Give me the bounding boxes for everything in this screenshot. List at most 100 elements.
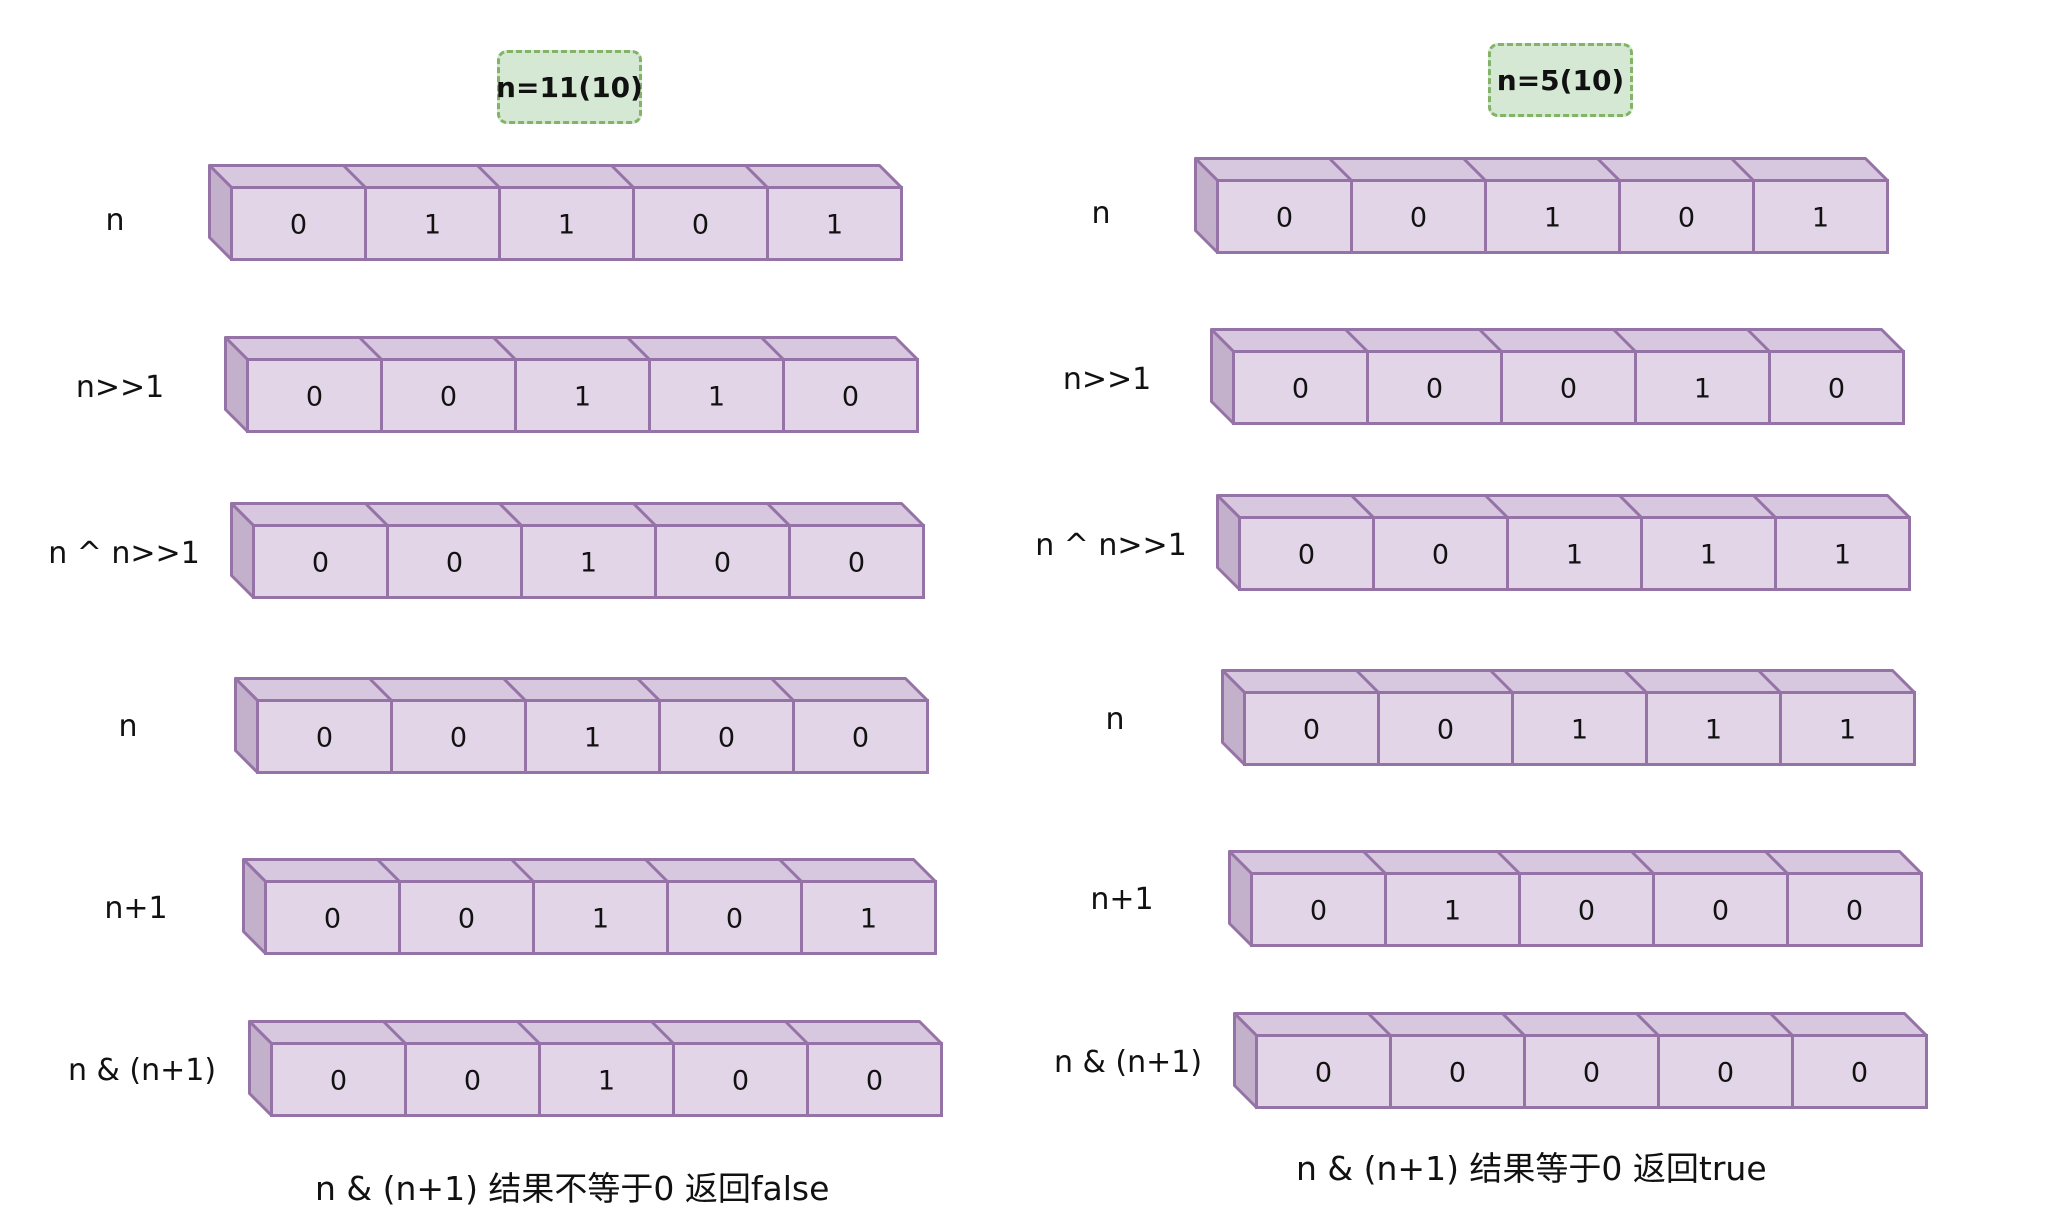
diagram-title: n=5(10) — [1488, 43, 1633, 117]
bit-value: 0 — [1712, 896, 1729, 927]
cell-top-face — [248, 1020, 943, 1045]
bit-value: 1 — [1705, 715, 1722, 746]
cell-top-face — [1221, 669, 1916, 694]
bit-array: 0 0 1 0 0 — [248, 1020, 943, 1117]
bit-array: 0 0 1 0 1 — [242, 858, 937, 955]
row-label: n & (n+1) — [1053, 1045, 1203, 1080]
bit-value: 0 — [440, 382, 457, 413]
bit-array: 0 0 1 1 1 — [1216, 494, 1911, 591]
bit-value: 0 — [1678, 203, 1695, 234]
bit-value: 0 — [1292, 374, 1309, 405]
bit-value: 0 — [1310, 896, 1327, 927]
bit-value: 1 — [574, 382, 591, 413]
bit-value: 0 — [450, 723, 467, 754]
bit-value: 1 — [826, 210, 843, 241]
bit-value: 0 — [1303, 715, 1320, 746]
bit-value: 1 — [558, 210, 575, 241]
bit-array: 0 0 0 1 0 — [1210, 328, 1905, 425]
diagram-right: n=5(10) n 0 0 1 0 1 n>>1 0 0 0 1 0 n ^ n>>1 0 0 1 1… — [988, 0, 1988, 1204]
bit-value: 1 — [1839, 715, 1856, 746]
bit-value: 1 — [1700, 540, 1717, 571]
bit-value: 0 — [324, 904, 341, 935]
row-label: n — [105, 203, 125, 238]
bit-array: 0 0 1 0 1 — [1194, 157, 1889, 254]
cell-top-face — [1216, 494, 1911, 519]
row-label: n>>1 — [1062, 362, 1152, 397]
row-label: n — [1105, 702, 1125, 737]
bit-value: 0 — [1578, 896, 1595, 927]
diagram-caption: n & (n+1) 结果不等于0 返回false — [315, 1169, 830, 1208]
bit-value: 0 — [290, 210, 307, 241]
bit-value: 0 — [726, 904, 743, 935]
row-label: n+1 — [104, 891, 168, 926]
bit-value: 1 — [1544, 203, 1561, 234]
bit-value: 0 — [1315, 1058, 1332, 1089]
bit-value: 0 — [1298, 540, 1315, 571]
diagram-caption: n & (n+1) 结果等于0 返回true — [1296, 1149, 1767, 1188]
bit-value: 0 — [446, 548, 463, 579]
bit-value: 1 — [1694, 374, 1711, 405]
bit-value: 0 — [1449, 1058, 1466, 1089]
bit-value: 0 — [1583, 1058, 1600, 1089]
bit-value: 1 — [1812, 203, 1829, 234]
bit-value: 0 — [866, 1066, 883, 1097]
cell-top-face — [1228, 850, 1923, 875]
cell-top-face — [242, 858, 937, 883]
row-label: n & (n+1) — [67, 1053, 217, 1088]
bit-value: 0 — [1717, 1058, 1734, 1089]
cell-top-face — [1194, 157, 1889, 182]
bit-array: 0 1 1 0 1 — [208, 164, 903, 261]
diagram-left: n=11(10) n 0 1 1 0 1 n>>1 0 0 1 1 0 n ^ n>>1 0 0 1… — [0, 0, 1000, 1208]
bit-value: 1 — [424, 210, 441, 241]
bit-value: 1 — [580, 548, 597, 579]
bit-value: 0 — [732, 1066, 749, 1097]
diagram-title: n=11(10) — [496, 50, 643, 124]
bit-value: 1 — [860, 904, 877, 935]
bit-value: 0 — [1437, 715, 1454, 746]
bit-value: 0 — [848, 548, 865, 579]
row-label: n>>1 — [75, 370, 165, 405]
bit-value: 1 — [592, 904, 609, 935]
row-label: n+1 — [1090, 882, 1154, 917]
bit-value: 0 — [718, 723, 735, 754]
bit-value: 0 — [1426, 374, 1443, 405]
cell-top-face — [230, 502, 925, 527]
bit-value: 0 — [306, 382, 323, 413]
bit-array: 0 0 1 0 0 — [234, 677, 929, 774]
bit-value: 0 — [842, 382, 859, 413]
cell-top-face — [208, 164, 903, 189]
bit-value: 0 — [1432, 540, 1449, 571]
bit-value: 1 — [1571, 715, 1588, 746]
cell-top-face — [1210, 328, 1905, 353]
bit-array: 0 0 1 0 0 — [230, 502, 925, 599]
bit-value: 1 — [1834, 540, 1851, 571]
bit-value: 0 — [464, 1066, 481, 1097]
bit-value: 0 — [1276, 203, 1293, 234]
bit-value: 1 — [1566, 540, 1583, 571]
row-label: n ^ n>>1 — [1035, 528, 1187, 563]
bit-array: 0 0 1 1 0 — [224, 336, 919, 433]
bit-value: 1 — [598, 1066, 615, 1097]
bit-array: 0 0 1 1 1 — [1221, 669, 1916, 766]
cell-top-face — [1233, 1012, 1928, 1037]
bit-value: 1 — [584, 723, 601, 754]
bit-value: 1 — [708, 382, 725, 413]
bit-value: 0 — [330, 1066, 347, 1097]
cell-top-face — [234, 677, 929, 702]
bit-value: 0 — [852, 723, 869, 754]
bit-array: 0 0 0 0 0 — [1233, 1012, 1928, 1109]
row-label: n — [1091, 196, 1111, 231]
row-label: n — [118, 709, 138, 744]
bit-value: 0 — [316, 723, 333, 754]
bit-value: 0 — [1560, 374, 1577, 405]
bit-array: 0 1 0 0 0 — [1228, 850, 1923, 947]
bit-value: 0 — [714, 548, 731, 579]
bit-value: 0 — [458, 904, 475, 935]
bit-value: 0 — [692, 210, 709, 241]
bit-value: 0 — [1410, 203, 1427, 234]
bit-value: 0 — [1828, 374, 1845, 405]
bit-value: 0 — [312, 548, 329, 579]
bit-value: 0 — [1846, 896, 1863, 927]
row-label: n ^ n>>1 — [48, 536, 200, 571]
cell-top-face — [224, 336, 919, 361]
